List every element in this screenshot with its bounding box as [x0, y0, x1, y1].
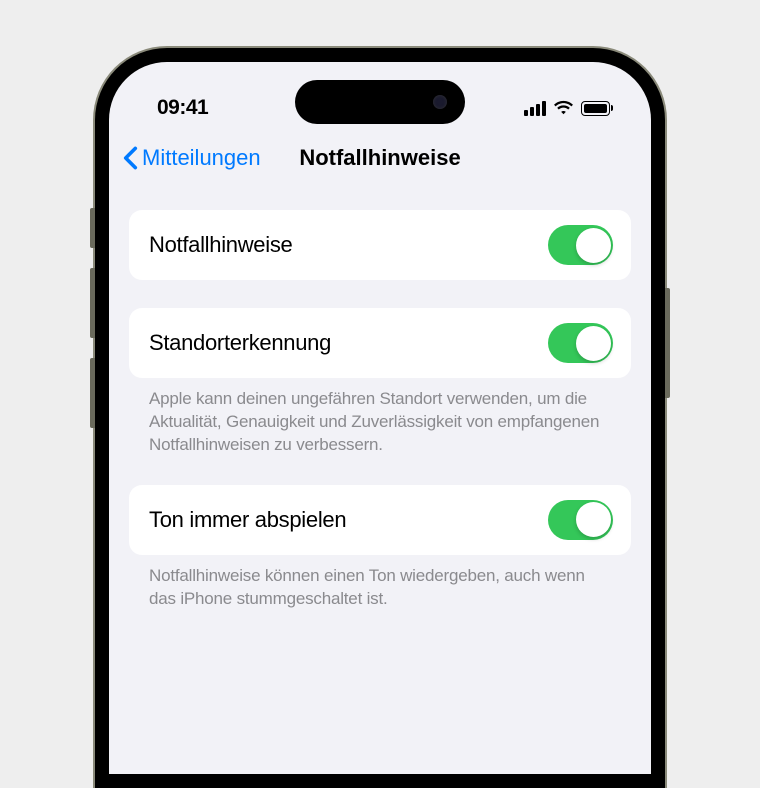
- dynamic-island: [295, 80, 465, 124]
- row-always-play-sound: Ton immer abspielen: [129, 485, 631, 555]
- mute-switch: [90, 208, 95, 248]
- wifi-icon: [553, 100, 574, 116]
- toggle-knob: [576, 502, 611, 537]
- row-emergency-alerts: Notfallhinweise: [129, 210, 631, 280]
- volume-down-button: [90, 358, 95, 428]
- row-label: Ton immer abspielen: [149, 507, 346, 533]
- toggle-location-detection[interactable]: [548, 323, 613, 363]
- settings-group-sound: Ton immer abspielen Notfallhinweise könn…: [129, 485, 631, 611]
- volume-up-button: [90, 268, 95, 338]
- settings-group-location: Standorterkennung Apple kann deinen unge…: [129, 308, 631, 457]
- toggle-emergency-alerts[interactable]: [548, 225, 613, 265]
- settings-content: Notfallhinweise Standorterkennung Apple …: [109, 184, 651, 611]
- phone-frame: 09:41: [95, 48, 665, 788]
- footer-location: Apple kann deinen ungefähren Standort ve…: [129, 378, 631, 457]
- toggle-knob: [576, 228, 611, 263]
- back-button[interactable]: Mitteilungen: [123, 145, 261, 171]
- back-label: Mitteilungen: [142, 145, 261, 171]
- settings-group-emergency: Notfallhinweise: [129, 210, 631, 280]
- status-icons: [524, 100, 613, 116]
- navigation-bar: Mitteilungen Notfallhinweise: [109, 132, 651, 184]
- row-label: Standorterkennung: [149, 330, 331, 356]
- screen: 09:41: [109, 62, 651, 774]
- page-title: Notfallhinweise: [299, 145, 460, 171]
- toggle-knob: [576, 326, 611, 361]
- battery-icon: [581, 101, 613, 116]
- status-time: 09:41: [157, 96, 208, 120]
- cellular-signal-icon: [524, 101, 546, 116]
- row-label: Notfallhinweise: [149, 232, 292, 258]
- toggle-always-play-sound[interactable]: [548, 500, 613, 540]
- footer-sound: Notfallhinweise können einen Ton wiederg…: [129, 555, 631, 611]
- front-camera: [433, 95, 447, 109]
- power-button: [665, 288, 670, 398]
- row-location-detection: Standorterkennung: [129, 308, 631, 378]
- chevron-left-icon: [123, 146, 138, 170]
